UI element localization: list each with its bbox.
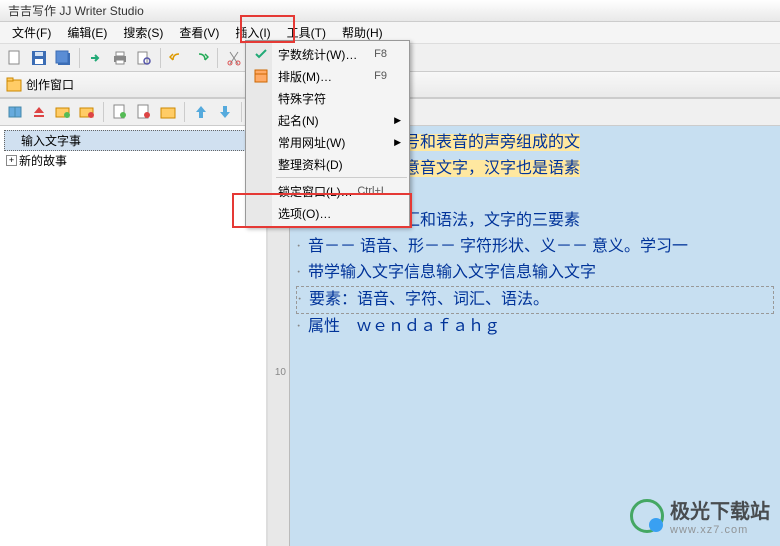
toolbar-separator [184,102,185,122]
delete-folder-icon[interactable] [76,101,98,123]
menu-item[interactable]: 整理资料(D) [248,153,407,175]
chevron-right-icon: ▶ [394,137,401,148]
up-arrow-icon[interactable] [190,101,212,123]
toolbar-separator [241,102,242,122]
tree-label: 输入文字事 [21,132,81,149]
tools-dropdown: 字数统计(W)… F8 排版(M)… F9 特殊字符起名(N) ▶ 常用网址(W) ▶ 整理资料… [245,40,410,227]
menu-item[interactable]: 常用网址(W) ▶ [248,131,407,153]
menu-item-label: 排版(M)… [278,68,332,85]
editor-line[interactable]: 音－－ 语音、形－－ 字符形状、义－－ 意义。学习一 [296,234,774,260]
app-title: 吉吉写作 JJ Writer Studio [8,4,144,18]
editor-line[interactable]: 要素：语音、字符、词汇、语法。 [296,286,774,314]
menu-shortcut: F8 [374,48,387,60]
redo-icon[interactable] [190,47,212,69]
menu-search[interactable]: 搜索(S) [115,22,171,43]
expand-icon[interactable]: + [6,155,17,166]
menu-item-label: 整理资料(D) [278,156,343,173]
menu-file[interactable]: 文件(F) [4,22,59,43]
undo-icon[interactable] [166,47,188,69]
menu-view[interactable]: 查看(V) [171,22,227,43]
menu-item[interactable]: 排版(M)… F9 [248,65,407,87]
menu-item[interactable]: 字数统计(W)… F8 [248,43,407,65]
delete-doc-icon[interactable] [133,101,155,123]
menu-separator [276,177,407,178]
book-open-icon[interactable] [4,101,26,123]
menu-item-label: 常用网址(W) [278,134,345,151]
editor-line[interactable]: 带学输入文字信息输入文字信息输入文字 [296,260,774,286]
menu-shortcut: Ctrl+L [357,185,387,197]
menu-item-label: 选项(O)… [278,205,331,222]
preview-icon[interactable] [133,47,155,69]
menu-item[interactable]: 锁定窗口(L)… Ctrl+L [248,180,407,202]
menu-item-label: 特殊字符 [278,90,326,107]
save-icon[interactable] [28,47,50,69]
tree-label: 新的故事 [19,152,67,169]
new-doc-icon[interactable] [109,101,131,123]
new-icon[interactable] [4,47,26,69]
layout-icon [253,68,269,84]
eject-icon[interactable] [28,101,50,123]
menu-item[interactable]: 起名(N) ▶ [248,109,407,131]
folder-icon[interactable] [157,101,179,123]
watermark-logo-icon [630,499,664,533]
tree-item[interactable]: 输入文字事 [4,130,262,151]
toolbar-separator [160,48,161,68]
check-icon [253,46,269,62]
new-folder-icon[interactable] [52,101,74,123]
menu-item[interactable]: 特殊字符 [248,87,407,109]
tree-item[interactable]: + 新的故事 [4,151,262,170]
watermark-text: 极光下载站 [670,495,770,524]
menu-item-label: 锁定窗口(L)… [278,183,353,200]
chevron-right-icon: ▶ [394,115,401,126]
export-icon[interactable] [85,47,107,69]
watermark-url: www.xz7.com [670,524,770,536]
panel-icon [6,77,22,93]
print-icon[interactable] [109,47,131,69]
menu-item[interactable]: 选项(O)… [248,202,407,224]
editor-line[interactable]: 属性 ｗｅｎｄａｆａｈｇ [296,314,774,340]
menu-edit[interactable]: 编辑(E) [59,22,115,43]
menu-item-label: 起名(N) [278,112,319,129]
window-titlebar: 吉吉写作 JJ Writer Studio [0,0,780,22]
menu-shortcut: F9 [374,70,387,82]
sidebar-tree: 输入文字事 + 新的故事 [0,126,268,546]
save-all-icon[interactable] [52,47,74,69]
toolbar-separator [103,102,104,122]
toolbar-separator [79,48,80,68]
cut-icon[interactable] [223,47,245,69]
watermark: 极光下载站 www.xz7.com [630,495,770,536]
panel-title: 创作窗口 [26,76,74,93]
toolbar-separator [217,48,218,68]
down-arrow-icon[interactable] [214,101,236,123]
menu-item-label: 字数统计(W)… [278,46,357,63]
